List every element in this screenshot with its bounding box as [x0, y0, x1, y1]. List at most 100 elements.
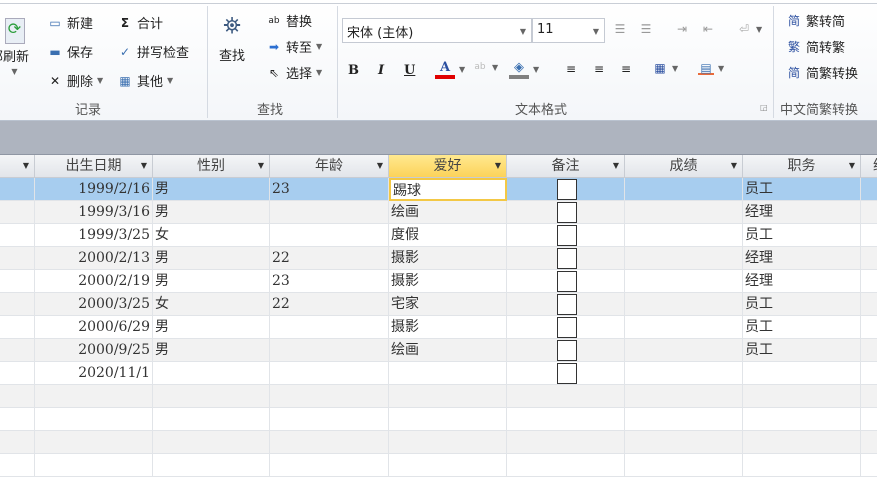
font-size-select[interactable]: 11 ▼	[532, 18, 605, 43]
table-row[interactable]: 2000/2/13 男 22 摄影 经理	[0, 247, 877, 270]
filter-dropdown-icon[interactable]: ▼	[849, 155, 855, 177]
cell[interactable]	[861, 454, 877, 477]
font-name-select[interactable]: 宋体 (主体) ▼	[342, 18, 532, 43]
chinese-convert-button[interactable]: 简简繁转换	[786, 63, 858, 83]
align-right-button[interactable]: ≡	[618, 62, 634, 76]
table-row[interactable]: 2000/3/25 女 22 宅家 员工	[0, 293, 877, 316]
cell[interactable]	[0, 224, 35, 247]
goto-button[interactable]: ➡ 转至 ▼	[266, 37, 322, 57]
italic-button[interactable]: I	[378, 63, 384, 78]
cell[interactable]: 23	[270, 270, 389, 293]
cell[interactable]	[743, 408, 861, 431]
cell[interactable]	[0, 408, 35, 431]
find-button[interactable]: ⛯ 查找	[219, 14, 245, 64]
cell[interactable]: 踢球	[389, 178, 507, 201]
remark-checkbox[interactable]	[557, 317, 577, 338]
cell[interactable]	[625, 408, 743, 431]
cell[interactable]	[507, 224, 625, 247]
table-row[interactable]: 2000/6/29 男 摄影 员工	[0, 316, 877, 339]
filter-dropdown-icon[interactable]: ▼	[495, 155, 501, 177]
cell[interactable]	[625, 362, 743, 385]
cell[interactable]	[507, 247, 625, 270]
cell[interactable]	[625, 431, 743, 454]
cell[interactable]	[0, 385, 35, 408]
cell[interactable]: 员工	[743, 316, 861, 339]
cell[interactable]: 经理	[743, 270, 861, 293]
remark-checkbox[interactable]	[557, 271, 577, 292]
cell[interactable]	[507, 362, 625, 385]
cell[interactable]: 1999/3/25	[35, 224, 153, 247]
cell[interactable]: 男	[153, 201, 270, 224]
remark-checkbox[interactable]	[557, 340, 577, 361]
cell[interactable]	[625, 385, 743, 408]
remark-checkbox[interactable]	[557, 202, 577, 223]
align-center-button[interactable]: ≡	[591, 62, 607, 76]
numbering-button[interactable]: ☰	[638, 22, 654, 36]
simplified-to-traditional-button[interactable]: 繁简转繁	[786, 37, 845, 57]
remark-checkbox[interactable]	[557, 248, 577, 269]
cell[interactable]: 男	[153, 339, 270, 362]
cell[interactable]: 2000/9/25	[35, 339, 153, 362]
cell[interactable]	[507, 385, 625, 408]
cell[interactable]: 摄影	[389, 316, 507, 339]
cell[interactable]: 摄影	[389, 247, 507, 270]
cell[interactable]	[625, 178, 743, 201]
table-row[interactable]	[0, 454, 877, 477]
cell[interactable]	[861, 316, 877, 339]
cell[interactable]	[153, 431, 270, 454]
cell[interactable]	[35, 385, 153, 408]
font-color-button[interactable]: A ▼	[435, 60, 465, 79]
outdent-button[interactable]: ⇤	[700, 22, 716, 36]
table-row[interactable]: 2000/2/19 男 23 摄影 经理	[0, 270, 877, 293]
column-header[interactable]: 备注 ▼	[507, 155, 625, 178]
cell[interactable]: 22	[270, 247, 389, 270]
column-header-prev[interactable]: ▼	[0, 155, 35, 178]
filter-dropdown-icon[interactable]: ▼	[613, 155, 619, 177]
cell[interactable]	[0, 201, 35, 224]
cell[interactable]: 男	[153, 178, 270, 201]
cell[interactable]: 绘画	[389, 339, 507, 362]
cell[interactable]	[35, 408, 153, 431]
column-header[interactable]: 出生日期 ▼	[35, 155, 153, 178]
align-left-button[interactable]: ≡	[563, 62, 579, 76]
cell[interactable]	[625, 293, 743, 316]
cell[interactable]	[861, 362, 877, 385]
underline-button[interactable]: U	[404, 63, 415, 78]
table-row[interactable]	[0, 385, 877, 408]
cell[interactable]: 员工	[743, 224, 861, 247]
column-header[interactable]: 年龄 ▼	[270, 155, 389, 178]
cell[interactable]	[0, 270, 35, 293]
cell[interactable]: 2000/3/25	[35, 293, 153, 316]
spelling-button[interactable]: ✓ 拼写检查	[117, 42, 189, 62]
table-row[interactable]: 1999/2/16 男 23 踢球 员工	[0, 178, 877, 201]
traditional-to-simplified-button[interactable]: 简繁转简	[786, 11, 845, 31]
cell[interactable]: 摄影	[389, 270, 507, 293]
cell[interactable]	[0, 293, 35, 316]
cell[interactable]	[861, 224, 877, 247]
cell[interactable]: 女	[153, 293, 270, 316]
highlight-button[interactable]: ab ▼	[472, 60, 498, 74]
cell[interactable]: 度假	[389, 224, 507, 247]
cell[interactable]	[743, 362, 861, 385]
cell[interactable]	[0, 339, 35, 362]
cell[interactable]	[861, 270, 877, 293]
delete-record-button[interactable]: ✕ 删除 ▼	[47, 71, 103, 91]
cell[interactable]	[625, 316, 743, 339]
cell[interactable]	[861, 293, 877, 316]
cell[interactable]: 2000/6/29	[35, 316, 153, 339]
cell[interactable]: 22	[270, 293, 389, 316]
cell[interactable]	[861, 408, 877, 431]
cell[interactable]	[0, 178, 35, 201]
cell[interactable]	[270, 408, 389, 431]
filter-dropdown-icon[interactable]: ▼	[731, 155, 737, 177]
cell[interactable]: 女	[153, 224, 270, 247]
dialog-launcher-icon[interactable]: ◲	[760, 103, 768, 112]
cell[interactable]	[153, 385, 270, 408]
cell[interactable]	[625, 339, 743, 362]
cell[interactable]	[389, 431, 507, 454]
cell[interactable]	[153, 362, 270, 385]
cell[interactable]	[507, 431, 625, 454]
cell[interactable]	[270, 201, 389, 224]
select-button[interactable]: ⇖ 选择 ▼	[266, 63, 322, 83]
cell[interactable]: 宅家	[389, 293, 507, 316]
